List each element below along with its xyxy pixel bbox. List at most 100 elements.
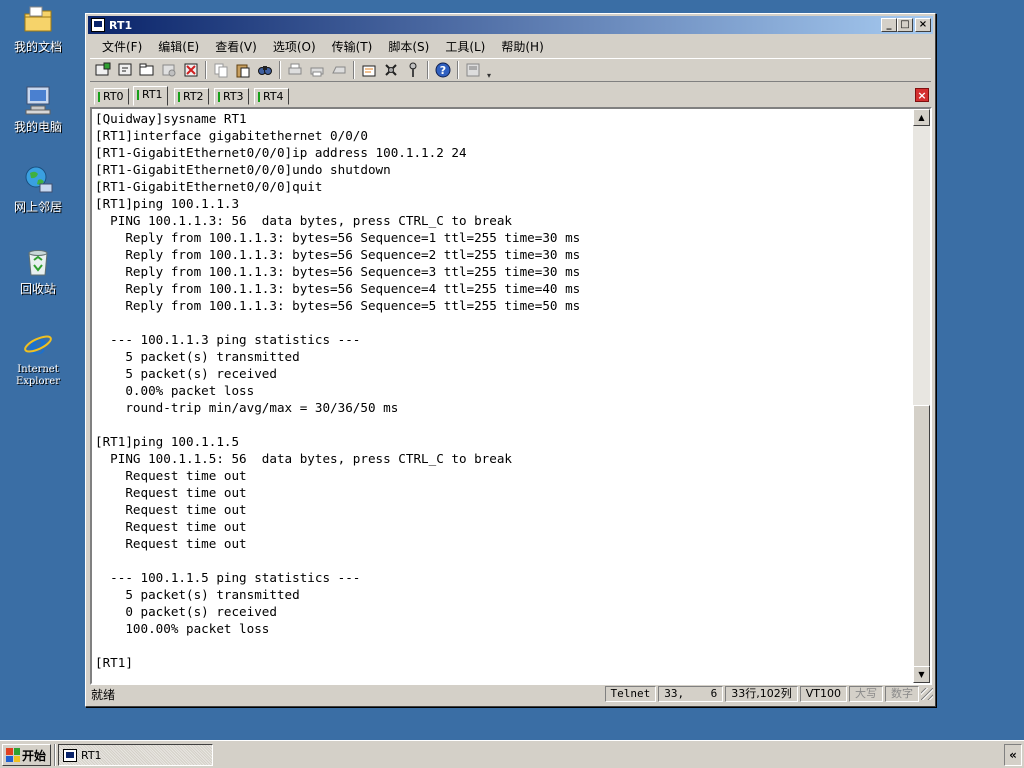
- terminal-line: round-trip min/avg/max = 30/36/50 ms: [95, 400, 399, 415]
- toolbar-separator: [279, 61, 281, 79]
- keymap-editor-icon[interactable]: [462, 60, 484, 80]
- toolbar-separator: [427, 61, 429, 79]
- desktop-icon-my-computer[interactable]: 我的电脑: [6, 84, 70, 134]
- menu-view[interactable]: 查看(V): [207, 38, 265, 55]
- quick-connect-icon[interactable]: [114, 60, 136, 80]
- key-map-icon[interactable]: [402, 60, 424, 80]
- resize-grip[interactable]: [921, 688, 933, 700]
- taskbar-button-label: RT1: [81, 748, 102, 762]
- terminal-line: 0 packet(s) received: [95, 604, 277, 619]
- print-icon[interactable]: [284, 60, 306, 80]
- start-label: 开始: [22, 748, 47, 763]
- maximize-button[interactable]: □: [897, 18, 913, 32]
- toolbar-separator: [457, 61, 459, 79]
- window-controls: _ □ ×: [881, 18, 931, 32]
- tab-rt2[interactable]: RT2: [174, 88, 209, 105]
- app-window-icon: [63, 748, 77, 762]
- title-bar[interactable]: RT1 _ □ ×: [88, 16, 933, 34]
- menu-file[interactable]: 文件(F): [94, 38, 150, 55]
- taskbar-button-rt1[interactable]: RT1: [58, 744, 213, 766]
- help-icon[interactable]: ?: [432, 60, 454, 80]
- terminal-line: [RT1]ping 100.1.1.3: [95, 196, 240, 211]
- menu-options[interactable]: 选项(O): [265, 38, 324, 55]
- terminal-output: [Quidway]sysname RT1 [RT1]interface gigab…: [95, 110, 580, 671]
- tab-rt0[interactable]: RT0: [94, 88, 129, 105]
- windows-logo-icon: [6, 748, 20, 762]
- internet-explorer-icon: e: [22, 328, 54, 361]
- menu-script[interactable]: 脚本(S): [380, 38, 437, 55]
- app-window-icon: [91, 18, 105, 32]
- menu-transfer[interactable]: 传输(T): [324, 38, 381, 55]
- status-screen-size: 33行,102列: [725, 686, 798, 702]
- status-ready: 就绪: [91, 687, 116, 702]
- toolbar-overflow-icon[interactable]: ▾: [484, 60, 494, 80]
- status-bar: 就绪 Telnet 33, 6 33行,102列 VT100 大写 数字: [88, 684, 933, 704]
- desktop-icon-internet-explorer[interactable]: e Internet Explorer: [6, 328, 70, 388]
- toolbar-separator: [205, 61, 207, 79]
- minimize-button[interactable]: _: [881, 18, 897, 32]
- terminal-screen[interactable]: [Quidway]sysname RT1 [RT1]interface gigab…: [90, 107, 932, 685]
- connect-icon[interactable]: [92, 60, 114, 80]
- status-num-lock: 数字: [885, 686, 919, 702]
- network-globe-icon: [22, 164, 54, 196]
- toolbar: ? ▾: [90, 58, 931, 82]
- paste-icon[interactable]: [232, 60, 254, 80]
- reconnect-icon[interactable]: [158, 60, 180, 80]
- disconnect-icon[interactable]: [180, 60, 202, 80]
- terminal-line: Reply from 100.1.1.3: bytes=56 Sequence=…: [95, 247, 581, 262]
- toolbar-separator: [353, 61, 355, 79]
- start-button[interactable]: 开始: [2, 744, 51, 766]
- close-tab-icon[interactable]: ×: [915, 88, 929, 102]
- desktop-icon-label: 网上邻居: [13, 200, 62, 214]
- desktop-icon-network-places[interactable]: 网上邻居: [6, 164, 70, 214]
- terminal-line: 0.00% packet loss: [95, 383, 255, 398]
- find-icon[interactable]: [254, 60, 276, 80]
- terminal-line: [Quidway]sysname RT1: [95, 111, 247, 126]
- svg-text:e: e: [29, 328, 47, 360]
- print-setup-icon[interactable]: [306, 60, 328, 80]
- desktop-icon-label: 我的文档: [13, 40, 62, 54]
- scroll-up-button[interactable]: ▲: [913, 109, 930, 126]
- terminal-line: Reply from 100.1.1.3: bytes=56 Sequence=…: [95, 281, 581, 296]
- tab-rt3[interactable]: RT3: [214, 88, 249, 105]
- status-caps-lock: 大写: [849, 686, 883, 702]
- terminal-line: Request time out: [95, 502, 247, 517]
- terminal-line: [RT1-GigabitEthernet0/0/0]quit: [95, 179, 323, 194]
- close-button[interactable]: ×: [915, 18, 931, 32]
- terminal-line: [RT1]ping 100.1.1.5: [95, 434, 240, 449]
- tab-rt1[interactable]: RT1: [133, 86, 168, 106]
- tab-rt4[interactable]: RT4: [254, 88, 289, 105]
- session-options-icon[interactable]: [358, 60, 380, 80]
- copy-icon[interactable]: [210, 60, 232, 80]
- global-options-icon[interactable]: [380, 60, 402, 80]
- desktop-icon-recycle-bin[interactable]: 回收站: [6, 246, 70, 296]
- desktop-icon-label: 回收站: [19, 282, 56, 296]
- scroll-thumb[interactable]: [913, 405, 930, 667]
- terminal-line: 5 packet(s) received: [95, 366, 277, 381]
- printer-icon[interactable]: [328, 60, 350, 80]
- terminal-line: Reply from 100.1.1.3: bytes=56 Sequence=…: [95, 264, 581, 279]
- desktop-icon-my-documents[interactable]: 我的文档: [6, 4, 70, 54]
- scroll-down-button[interactable]: ▼: [913, 666, 930, 683]
- terminal-line: PING 100.1.1.5: 56 data bytes, press CTR…: [95, 451, 513, 466]
- tray-expand-button[interactable]: «: [1004, 744, 1022, 766]
- desktop-icon-label: Internet Explorer: [15, 364, 61, 387]
- taskbar-separator: [54, 744, 56, 766]
- terminal-line: PING 100.1.1.3: 56 data bytes, press CTR…: [95, 213, 513, 228]
- vertical-scrollbar[interactable]: ▲ ▼: [913, 109, 930, 683]
- menu-help[interactable]: 帮助(H): [493, 38, 551, 55]
- menu-edit[interactable]: 编辑(E): [150, 38, 207, 55]
- terminal-line: Request time out: [95, 468, 247, 483]
- status-emulation: VT100: [799, 686, 847, 702]
- connect-tab-icon[interactable]: [136, 60, 158, 80]
- terminal-window: RT1 _ □ × 文件(F) 编辑(E) 查看(V) 选项(O) 传输(T) …: [85, 13, 936, 707]
- terminal-line: --- 100.1.1.5 ping statistics ---: [95, 570, 361, 585]
- terminal-line: [RT1-GigabitEthernet0/0/0]ip address 100…: [95, 145, 467, 160]
- terminal-line: [RT1]: [95, 655, 133, 670]
- menu-tools[interactable]: 工具(L): [437, 38, 493, 55]
- recycle-bin-icon: [22, 246, 54, 278]
- folder-icon: [22, 4, 54, 36]
- terminal-line: 100.00% packet loss: [95, 621, 270, 636]
